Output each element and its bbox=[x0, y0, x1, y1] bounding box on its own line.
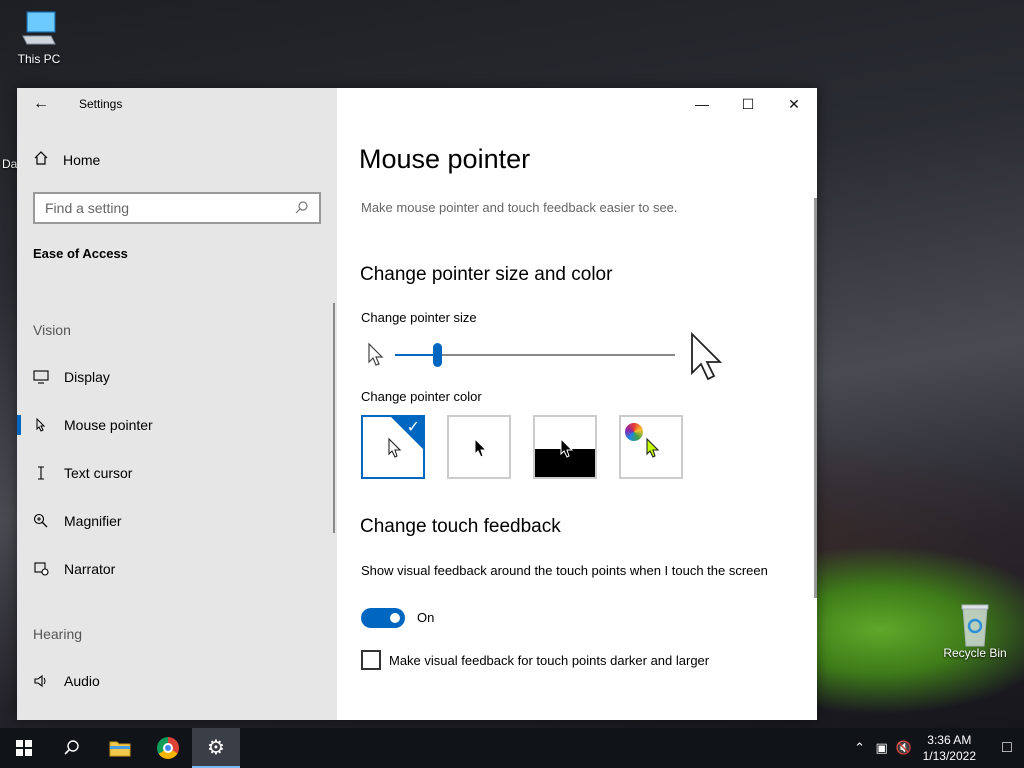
maximize-button[interactable]: ☐ bbox=[725, 88, 771, 120]
close-button[interactable]: ✕ bbox=[771, 88, 817, 120]
settings-window: ← Settings Home Find a setting Ease of A… bbox=[17, 88, 817, 720]
recycle-bin-icon bbox=[953, 602, 997, 647]
touch-feedback-toggle[interactable] bbox=[361, 608, 405, 628]
white-cursor-icon bbox=[388, 437, 402, 458]
recycle-bin-label: Recycle Bin bbox=[943, 646, 1007, 660]
large-pointer-icon bbox=[689, 331, 725, 388]
section-heading-pointer: Change pointer size and color bbox=[360, 264, 613, 285]
pointer-color-options: ✓ bbox=[361, 415, 683, 479]
pointer-size-slider-thumb[interactable] bbox=[433, 343, 442, 367]
home-icon bbox=[17, 150, 63, 171]
pointer-size-slider-row bbox=[363, 331, 733, 381]
notifications-icon[interactable]: □ bbox=[990, 739, 1024, 757]
pointer-color-custom[interactable] bbox=[619, 415, 683, 479]
settings-taskbar-button[interactable]: ⚙ bbox=[192, 728, 240, 768]
section-title: Ease of Access bbox=[33, 246, 128, 261]
title-bar-left: ← Settings bbox=[17, 88, 337, 120]
pointer-size-label: Change pointer size bbox=[361, 310, 477, 325]
search-icon bbox=[64, 740, 79, 755]
mouse-pointer-icon bbox=[17, 417, 64, 433]
sidebar-item-label: Display bbox=[64, 369, 110, 385]
this-pc-label: This PC bbox=[17, 52, 61, 66]
window-controls: — ☐ ✕ bbox=[679, 88, 817, 120]
darker-feedback-checkbox[interactable] bbox=[361, 650, 381, 670]
this-pc-desktop-icon[interactable]: This PC bbox=[4, 8, 74, 66]
system-tray: ⌃ ▣ 🔇 3:36 AM 1/13/2022 □ bbox=[849, 728, 1024, 768]
gear-icon: ⚙ bbox=[207, 736, 225, 759]
checkmark-icon: ✓ bbox=[406, 419, 420, 436]
sidebar-item-label: Magnifier bbox=[64, 513, 122, 529]
recycle-bin-desktop-icon[interactable]: Recycle Bin bbox=[940, 602, 1010, 660]
sidebar-item-label: Text cursor bbox=[64, 465, 133, 481]
sidebar: ← Settings Home Find a setting Ease of A… bbox=[17, 88, 337, 720]
partial-desktop-label: Da bbox=[2, 157, 18, 171]
chrome-button[interactable] bbox=[144, 728, 192, 768]
black-cursor-icon bbox=[474, 437, 488, 458]
group-label-vision: Vision bbox=[33, 322, 71, 338]
darker-feedback-row: Make visual feedback for touch points da… bbox=[361, 650, 709, 670]
touch-feedback-label: Show visual feedback around the touch po… bbox=[361, 563, 768, 578]
toggle-state-label: On bbox=[417, 610, 435, 625]
search-input[interactable]: Find a setting bbox=[33, 192, 321, 224]
sidebar-item-mouse-pointer[interactable]: Mouse pointer bbox=[17, 405, 337, 445]
volume-muted-icon[interactable]: 🔇 bbox=[893, 740, 915, 756]
minimize-button[interactable]: — bbox=[679, 88, 725, 120]
inverted-cursor-icon bbox=[560, 437, 574, 458]
chrome-icon bbox=[157, 737, 179, 759]
clock[interactable]: 3:36 AM 1/13/2022 bbox=[923, 732, 976, 764]
search-icon bbox=[295, 200, 309, 217]
magnifier-icon bbox=[17, 513, 64, 529]
computer-icon bbox=[17, 8, 61, 50]
maximize-icon: ☐ bbox=[741, 95, 755, 112]
sidebar-item-text-cursor[interactable]: Text cursor bbox=[17, 453, 337, 493]
app-title: Settings bbox=[79, 97, 123, 111]
speaker-icon bbox=[17, 673, 64, 689]
sidebar-item-label: Audio bbox=[64, 673, 100, 689]
darker-feedback-label: Make visual feedback for touch points da… bbox=[389, 652, 710, 668]
narrator-icon bbox=[17, 561, 64, 577]
pointer-color-white[interactable]: ✓ bbox=[361, 415, 425, 479]
sidebar-item-label: Narrator bbox=[64, 561, 116, 577]
sidebar-scrollbar[interactable] bbox=[333, 303, 335, 533]
chevron-up-icon[interactable]: ⌃ bbox=[849, 740, 871, 756]
home-label: Home bbox=[63, 152, 101, 168]
slider-fill bbox=[395, 354, 437, 356]
page-subtitle: Make mouse pointer and touch feedback ea… bbox=[361, 200, 678, 215]
search-placeholder: Find a setting bbox=[45, 200, 130, 216]
nav-home[interactable]: Home bbox=[17, 144, 337, 176]
back-arrow-icon: ← bbox=[33, 95, 49, 112]
file-explorer-button[interactable] bbox=[96, 728, 144, 768]
sidebar-item-magnifier[interactable]: Magnifier bbox=[17, 501, 337, 541]
color-wheel-icon bbox=[625, 423, 643, 441]
text-cursor-icon bbox=[17, 465, 64, 481]
sidebar-item-audio[interactable]: Audio bbox=[17, 661, 337, 701]
close-icon: ✕ bbox=[788, 95, 800, 112]
folder-icon bbox=[109, 741, 131, 757]
taskbar: ⚙ ⌃ ▣ 🔇 3:36 AM 1/13/2022 □ bbox=[0, 728, 1024, 768]
page-title: Mouse pointer bbox=[359, 144, 531, 174]
start-button[interactable] bbox=[0, 728, 48, 768]
clock-time: 3:36 AM bbox=[927, 733, 972, 747]
lime-cursor-icon bbox=[646, 437, 660, 458]
group-label-hearing: Hearing bbox=[33, 626, 83, 642]
pointer-color-inverted[interactable] bbox=[533, 415, 597, 479]
content-scrollbar[interactable] bbox=[814, 198, 817, 598]
pointer-color-label: Change pointer color bbox=[361, 389, 482, 404]
sidebar-item-narrator[interactable]: Narrator bbox=[17, 549, 337, 589]
pointer-color-black[interactable] bbox=[447, 415, 511, 479]
sidebar-item-display[interactable]: Display bbox=[17, 357, 337, 397]
sidebar-item-label: Mouse pointer bbox=[64, 417, 153, 433]
monitor-icon bbox=[17, 370, 64, 384]
search-taskbar-button[interactable] bbox=[48, 728, 96, 768]
content-pane: — ☐ ✕ Mouse pointer Make mouse pointer a… bbox=[337, 88, 817, 720]
back-button[interactable]: ← bbox=[17, 88, 65, 120]
clock-date: 1/13/2022 bbox=[922, 749, 976, 763]
network-icon[interactable]: ▣ bbox=[871, 740, 893, 756]
windows-logo-icon bbox=[16, 740, 32, 756]
minimize-icon: — bbox=[695, 96, 709, 112]
section-heading-touch: Change touch feedback bbox=[360, 516, 561, 537]
small-pointer-icon bbox=[367, 342, 385, 373]
